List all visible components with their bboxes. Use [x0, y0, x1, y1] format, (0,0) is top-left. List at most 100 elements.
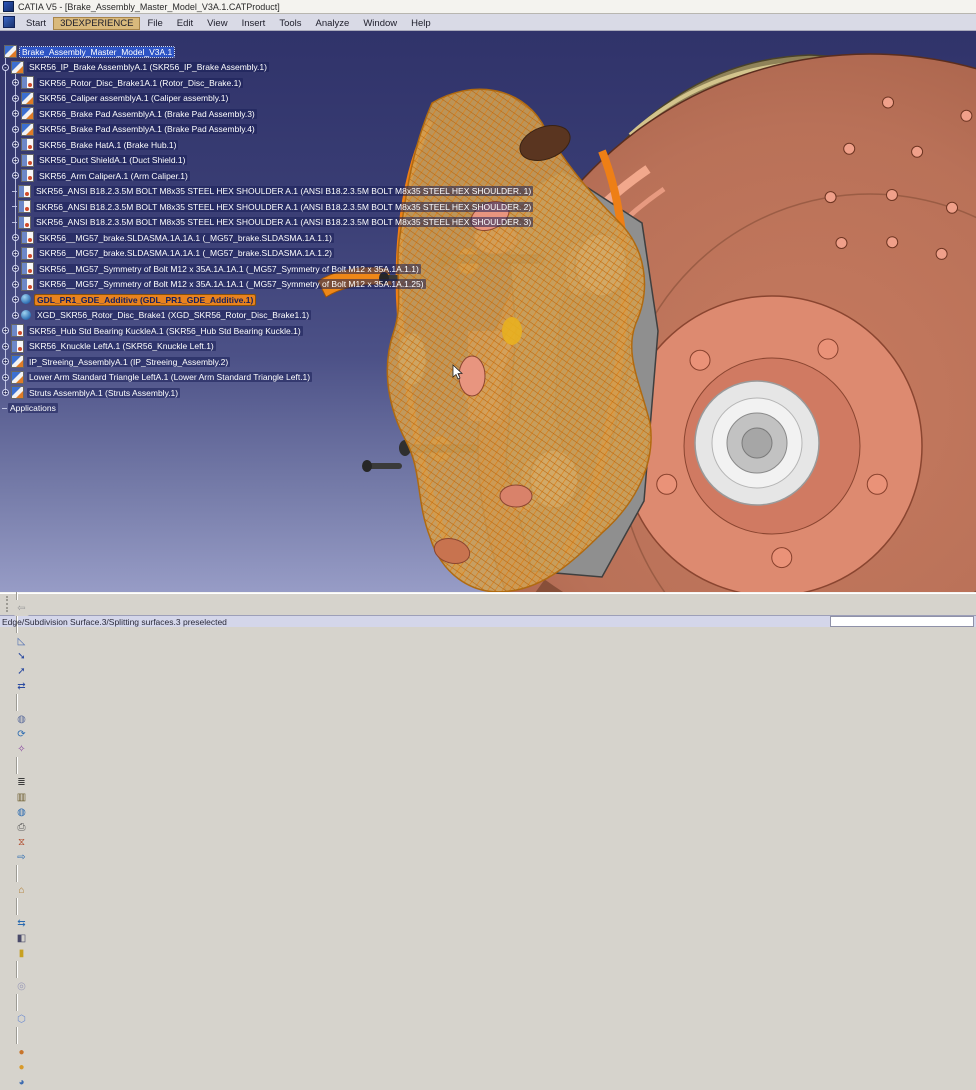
3d-viewport[interactable]: Brake_Assembly_Master_Model_V3A.1 - SKR56_…: [0, 31, 976, 592]
part-node-icon[interactable]: [21, 138, 34, 151]
product-node-icon[interactable]: [21, 123, 34, 136]
tree-item[interactable]: +XGD_SKR56_Rotor_Disc_Brake1 (XGD_SKR56_…: [12, 309, 311, 322]
sphere-node-icon[interactable]: [21, 294, 32, 305]
menu-item-insert[interactable]: Insert: [235, 17, 273, 30]
tree-item-label[interactable]: SKR56_ANSI B18.2.3.5M BOLT M8x35 STEEL H…: [34, 186, 533, 196]
brake-hat-part[interactable]: [622, 296, 922, 592]
expand-node-icon[interactable]: +: [2, 358, 9, 365]
tree-item[interactable]: + Lower Arm Standard Triangle LeftA.1 (Lo…: [2, 371, 312, 384]
lock-icon[interactable]: ◍: [14, 712, 29, 727]
part-node-icon[interactable]: [18, 200, 31, 213]
tree-item[interactable]: SKR56_ANSI B18.2.3.5M BOLT M8x35 STEEL H…: [12, 200, 533, 213]
tree-item[interactable]: + SKR56_Arm CaliperA.1 (Arm Caliper.1): [12, 169, 190, 182]
tree-item-label[interactable]: SKR56__MG57_Symmetry of Bolt M12 x 35A.1…: [37, 264, 421, 274]
tree-item-label[interactable]: Lower Arm Standard Triangle LeftA.1 (Low…: [27, 372, 312, 382]
menu-item-analyze[interactable]: Analyze: [309, 17, 357, 30]
tree-item[interactable]: + SKR56_Rotor_Disc_Brake1A.1 (Rotor_Disc_…: [12, 76, 243, 89]
tree-item[interactable]: + SKR56_Brake Pad AssemblyA.1 (Brake Pad …: [12, 123, 257, 136]
select-arrow-icon[interactable]: ◺: [14, 634, 29, 649]
tree-item-label[interactable]: SKR56_Caliper assemblyA.1 (Caliper assem…: [37, 93, 230, 103]
menu-item-3dexperience[interactable]: 3DEXPERIENCE: [53, 17, 140, 30]
tree-item-label[interactable]: SKR56__MG57_brake.SLDASMA.1A.1A.1 (_MG57…: [37, 248, 334, 258]
tree-item-label[interactable]: SKR56_ANSI B18.2.3.5M BOLT M8x35 STEEL H…: [34, 217, 533, 227]
expand-node-icon[interactable]: +: [2, 343, 9, 350]
expand-node-icon[interactable]: +: [2, 374, 9, 381]
part-node-icon[interactable]: [11, 340, 24, 353]
tree-item[interactable]: SKR56_ANSI B18.2.3.5M BOLT M8x35 STEEL H…: [12, 216, 533, 229]
tree-item-label[interactable]: GDL_PR1_GDE_Additive (GDL_PR1_GDE_Additi…: [35, 295, 255, 305]
expand-node-icon[interactable]: +: [12, 312, 19, 319]
tree-item-label[interactable]: IP_Streeing_AssemblyA.1 (IP_Streeing_Ass…: [27, 357, 230, 367]
tree-item-label[interactable]: SKR56_ANSI B18.2.3.5M BOLT M8x35 STEEL H…: [34, 202, 533, 212]
tree-item-label[interactable]: SKR56_Arm CaliperA.1 (Arm Caliper.1): [37, 171, 190, 181]
product-node-icon[interactable]: [4, 45, 17, 58]
menu-item-start[interactable]: Start: [19, 17, 53, 30]
part-node-icon[interactable]: [21, 76, 34, 89]
tree-item-label[interactable]: SKR56_Hub Std Bearing KuckleA.1 (SKR56_H…: [27, 326, 303, 336]
menu-item-help[interactable]: Help: [404, 17, 438, 30]
expand-node-icon[interactable]: +: [12, 95, 19, 102]
shape-icon[interactable]: ⬡: [14, 1012, 29, 1027]
tree-item-label[interactable]: SKR56_Rotor_Disc_Brake1A.1 (Rotor_Disc_B…: [37, 78, 243, 88]
menu-item-edit[interactable]: Edit: [170, 17, 200, 30]
tree-item[interactable]: + SKR56_Caliper assemblyA.1 (Caliper asse…: [12, 92, 230, 105]
menu-item-tools[interactable]: Tools: [272, 17, 308, 30]
part-node-icon[interactable]: [21, 262, 34, 275]
tree-item[interactable]: + SKR56__MG57_Symmetry of Bolt M12 x 35A.…: [12, 262, 421, 275]
tree-item[interactable]: + SKR56_Hub Std Bearing KuckleA.1 (SKR56_…: [2, 324, 303, 337]
menu-item-file[interactable]: File: [140, 17, 169, 30]
product-node-icon[interactable]: [21, 107, 34, 120]
sphere-red-icon[interactable]: ●: [14, 1045, 29, 1060]
arrow-swap-icon[interactable]: ⇄: [14, 679, 29, 694]
expand-node-icon[interactable]: +: [12, 141, 19, 148]
sphere-node-icon[interactable]: [21, 310, 32, 321]
product-node-icon[interactable]: [11, 61, 24, 74]
expand-node-icon[interactable]: +: [12, 265, 19, 272]
update-icon[interactable]: ⟳: [14, 727, 29, 742]
expand-node-icon[interactable]: +: [12, 172, 19, 179]
tree-item-label[interactable]: Applications: [8, 403, 58, 413]
menu-item-view[interactable]: View: [200, 17, 234, 30]
part-node-icon[interactable]: [18, 185, 31, 198]
expand-node-icon[interactable]: +: [12, 126, 19, 133]
expand-node-icon[interactable]: +: [12, 250, 19, 257]
tree-item-label[interactable]: SKR56_Knuckle LeftA.1 (SKR56_Knuckle Lef…: [27, 341, 216, 351]
globe-icon[interactable]: ◍: [14, 805, 29, 820]
tree-item-label[interactable]: SKR56_IP_Brake AssemblyA.1 (SKR56_IP_Bra…: [27, 62, 269, 72]
tree-item-label[interactable]: SKR56_Brake Pad AssemblyA.1 (Brake Pad A…: [37, 109, 257, 119]
tree-item[interactable]: +SKR56__MG57_Symmetry of Bolt M12 x 35A.…: [12, 278, 426, 291]
tree-item[interactable]: +SKR56_Brake Pad AssemblyA.1 (Brake Pad …: [12, 107, 257, 120]
tree-item-label[interactable]: Brake_Assembly_Master_Model_V3A.1: [20, 47, 174, 57]
measure-icon[interactable]: ▥: [14, 790, 29, 805]
expand-node-icon[interactable]: +: [12, 234, 19, 241]
menu-item-window[interactable]: Window: [356, 17, 404, 30]
product-node-icon[interactable]: [11, 386, 24, 399]
tree-item[interactable]: +SKR56_Duct ShieldA.1 (Duct Shield.1): [12, 154, 187, 167]
expand-node-icon[interactable]: +: [12, 79, 19, 86]
part-node-icon[interactable]: [11, 324, 24, 337]
expand-node-icon[interactable]: +: [2, 327, 9, 334]
tree-item[interactable]: + SKR56__MG57_brake.SLDASMA.1A.1A.1 (_MG5…: [12, 231, 334, 244]
tree-item[interactable]: + Struts AssemblyA.1 (Struts Assembly.1): [2, 386, 180, 399]
tree-item[interactable]: + IP_Streeing_AssemblyA.1 (IP_Streeing_As…: [2, 355, 230, 368]
arrow-up-icon[interactable]: ➚: [14, 664, 29, 679]
stamp-icon[interactable]: ⌂: [14, 883, 29, 898]
expand-node-icon[interactable]: +: [12, 296, 19, 303]
part-node-icon[interactable]: [21, 154, 34, 167]
collapse-node-icon[interactable]: -: [2, 64, 9, 71]
tree-item[interactable]: SKR56_ANSI B18.2.3.5M BOLT M8x35 STEEL H…: [12, 185, 533, 198]
sphere-orange-icon[interactable]: ●: [14, 1060, 29, 1075]
tree-item[interactable]: + SKR56__MG57_brake.SLDASMA.1A.1A.1 (_MG5…: [12, 247, 334, 260]
expand-node-icon[interactable]: +: [2, 389, 9, 396]
tree-item[interactable]: + SKR56_Knuckle LeftA.1 (SKR56_Knuckle Le…: [2, 340, 216, 353]
tree-item-label[interactable]: SKR56__MG57_Symmetry of Bolt M12 x 35A.1…: [37, 279, 426, 289]
tree-item-label[interactable]: Struts AssemblyA.1 (Struts Assembly.1): [27, 388, 180, 398]
exit-workbench-icon[interactable]: ⇨: [14, 850, 29, 865]
tree-item[interactable]: Applications: [2, 402, 58, 415]
product-node-icon[interactable]: [21, 92, 34, 105]
spiral-icon[interactable]: ◎: [14, 979, 29, 994]
tree-item-label[interactable]: SKR56_Duct ShieldA.1 (Duct Shield.1): [37, 155, 187, 165]
tree-item-label[interactable]: SKR56_Brake Pad AssemblyA.1 (Brake Pad A…: [37, 124, 257, 134]
tree-item-label[interactable]: SKR56_Brake HatA.1 (Brake Hub.1): [37, 140, 178, 150]
tree-item-label[interactable]: SKR56__MG57_brake.SLDASMA.1A.1A.1 (_MG57…: [37, 233, 334, 243]
